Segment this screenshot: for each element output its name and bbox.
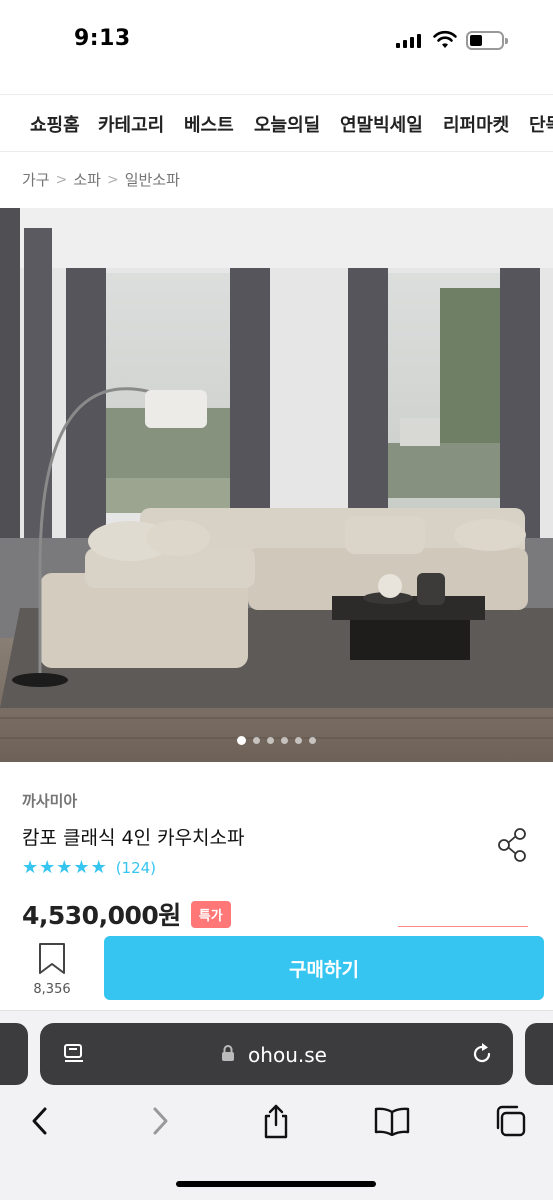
carousel-indicator	[0, 736, 553, 745]
carousel-dot[interactable]	[237, 736, 246, 745]
nav-year-end-sale[interactable]: 연말빅세일	[340, 111, 423, 137]
breadcrumb-item-general-sofa[interactable]: 일반소파	[125, 169, 180, 190]
product-image-carousel[interactable]	[0, 208, 553, 762]
special-deal-badge: 특가	[190, 900, 231, 928]
forward-icon[interactable]	[140, 1101, 180, 1141]
nav-refurb-market[interactable]: 리퍼마켓	[443, 111, 509, 137]
share-sheet-icon[interactable]	[256, 1101, 296, 1141]
nav-today-deal[interactable]: 오늘의딜	[254, 111, 320, 137]
product-title: 캄포 클래식 4인 카우치소파	[22, 827, 245, 849]
browser-toolbar	[0, 1101, 553, 1151]
nav-best[interactable]: 베스트	[184, 111, 234, 137]
review-count[interactable]: (124)	[116, 859, 156, 877]
home-indicator[interactable]	[176, 1181, 376, 1187]
tabs-icon[interactable]	[490, 1101, 530, 1141]
star-icon: ★	[39, 857, 56, 878]
product-photo	[0, 208, 553, 762]
status-time: 9:13	[74, 26, 131, 51]
price-row: 4,530,000원 특가	[22, 896, 231, 932]
nav-shopping-home[interactable]: 쇼핑홈	[30, 111, 80, 137]
url-text: ohou.se	[40, 1043, 513, 1067]
brand-name[interactable]: 까사미아	[22, 790, 77, 811]
product-price: 4,530,000원	[22, 901, 181, 930]
carousel-dot[interactable]	[281, 737, 288, 744]
star-icon: ★	[73, 857, 90, 878]
address-bar[interactable]: ohou.se	[40, 1023, 513, 1085]
next-tab-peek[interactable]	[525, 1023, 553, 1085]
divider	[398, 926, 528, 927]
back-icon[interactable]	[20, 1101, 60, 1141]
bookmark-count: 8,356	[33, 982, 71, 997]
bookmarks-icon[interactable]	[372, 1101, 412, 1141]
carousel-dot[interactable]	[253, 737, 260, 744]
status-bar: 9:13	[0, 0, 553, 88]
star-icon: ★	[22, 857, 39, 878]
battery-icon	[466, 31, 508, 50]
product-rating[interactable]: ★ ★ ★ ★ ★ (124)	[22, 858, 156, 878]
purchase-bar: 8,356 구매하기	[0, 928, 553, 1010]
star-icon: ★	[90, 857, 107, 878]
breadcrumb: 가구 > 소파 > 일반소파	[22, 169, 180, 190]
previous-tab-peek[interactable]	[0, 1023, 28, 1085]
browser-chrome: ohou.se	[0, 1010, 553, 1200]
buy-button[interactable]: 구매하기	[104, 936, 544, 1000]
wifi-icon	[433, 30, 457, 48]
breadcrumb-item-furniture[interactable]: 가구	[22, 169, 50, 190]
carousel-dot[interactable]	[295, 737, 302, 744]
signal-icon	[396, 34, 421, 48]
url-domain: ohou.se	[248, 1043, 327, 1067]
bookmark-icon	[39, 943, 65, 974]
reload-icon[interactable]	[470, 1042, 494, 1066]
chevron-right-icon: >	[55, 171, 68, 188]
star-icon: ★	[56, 857, 73, 878]
chevron-right-icon: >	[106, 171, 119, 188]
breadcrumb-item-sofa[interactable]: 소파	[73, 169, 101, 190]
carousel-dot[interactable]	[267, 737, 274, 744]
nav-exclusive[interactable]: 단독	[529, 111, 553, 137]
nav-category[interactable]: 카테고리	[98, 111, 164, 137]
share-icon[interactable]	[496, 826, 530, 864]
bookmark-button[interactable]: 8,356	[26, 942, 78, 997]
category-nav: 쇼핑홈 카테고리 베스트 오늘의딜 연말빅세일 리퍼마켓 단독	[0, 94, 553, 152]
carousel-dot[interactable]	[309, 737, 316, 744]
